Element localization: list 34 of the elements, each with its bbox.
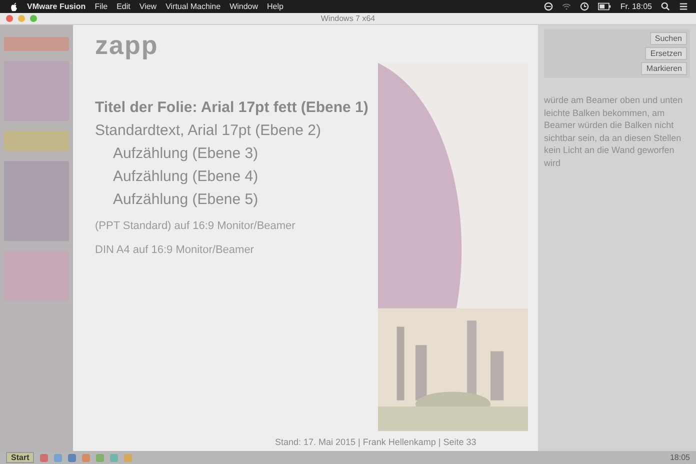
menu-item[interactable]: Virtual Machine <box>166 2 221 11</box>
clock-icon[interactable] <box>580 2 590 11</box>
slide-text: Aufzählung (Ebene 4) <box>112 168 260 185</box>
apple-icon[interactable] <box>10 2 18 12</box>
search-icon[interactable] <box>661 2 670 11</box>
wifi-icon[interactable] <box>562 2 572 11</box>
taskbar-clock: 18:05 <box>670 453 690 462</box>
minimize-button[interactable] <box>18 15 25 22</box>
window-title: Windows 7 x64 <box>320 14 376 23</box>
menu-clock[interactable]: Fr. 18:05 <box>620 2 652 11</box>
note-text: würde am Beamer oben und unten leichte Balken bekommen, am Beamer würden die Balken nicht sichtbar sein, da an diesen Stellen kein Licht an die Wand geworfen wird <box>544 94 684 170</box>
slide-text: Aufzählung (Ebene 5) <box>112 191 260 208</box>
logo: zapp <box>95 30 158 60</box>
slide-text: Aufzählung (Ebene 3) <box>112 145 260 162</box>
menu-item[interactable]: Help <box>267 2 284 11</box>
menu-item[interactable]: File <box>94 2 108 11</box>
zoom-button[interactable] <box>30 15 37 22</box>
status-icon[interactable] <box>544 2 554 11</box>
slide-title: Titel der Folie: Arial 17pt fett (Ebene 1) <box>95 99 370 116</box>
menu-icon[interactable] <box>679 2 688 11</box>
start-button[interactable]: Start <box>6 452 34 463</box>
ribbon-button[interactable]: Ersetzen <box>645 47 687 60</box>
ribbon-button[interactable]: Suchen <box>650 32 687 45</box>
menu-item[interactable]: Edit <box>116 2 130 11</box>
slide-text: Standardtext, Arial 17pt (Ebene 2) <box>95 122 322 139</box>
ribbon-button[interactable]: Markieren <box>641 62 687 75</box>
caption-text: (PPT Standard) auf 16:9 Monitor/Beamer <box>95 220 296 232</box>
battery-icon[interactable] <box>598 2 612 11</box>
menu-item[interactable]: View <box>139 2 157 11</box>
footer-text: Stand: 17. Mai 2015 | Frank Hellenkamp | Seite 33 <box>274 436 478 447</box>
caption-text: DIN A4 auf 16:9 Monitor/Beamer <box>95 244 255 256</box>
close-button[interactable] <box>6 15 13 22</box>
app-menu[interactable]: VMware Fusion <box>27 2 86 11</box>
menu-item[interactable]: Window <box>230 2 258 11</box>
